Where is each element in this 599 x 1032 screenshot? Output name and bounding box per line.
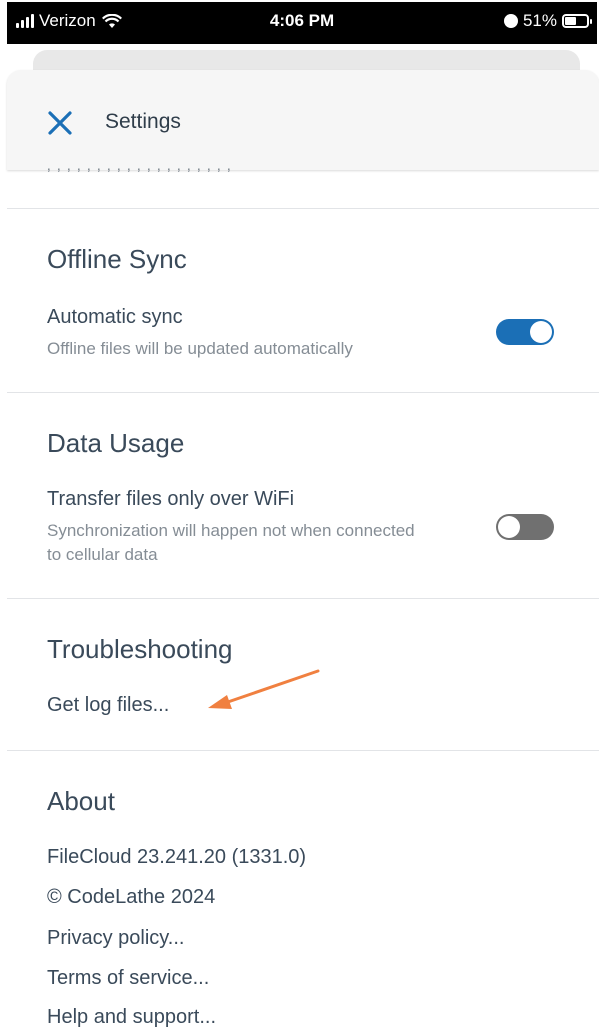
battery-percent: 51% (522, 11, 557, 30)
automatic-sync-toggle[interactable] (496, 319, 554, 345)
wifi-only-description: Synchronization will happen not when con… (47, 521, 415, 564)
help-and-support-link[interactable]: Help and support... (47, 1006, 216, 1029)
toggle-knob (530, 321, 552, 343)
section-title-about: About (47, 786, 115, 816)
close-x-icon[interactable] (45, 108, 75, 138)
toggle-knob (498, 516, 520, 538)
privacy-policy-link[interactable]: Privacy policy... (47, 927, 184, 950)
section-title-troubleshooting: Troubleshooting (47, 634, 233, 664)
status-bar: Verizon 4:06 PM 51% (7, 2, 597, 44)
automatic-sync-label: Automatic sync (47, 306, 183, 328)
divider (7, 750, 599, 751)
annotation-arrow-icon (208, 669, 320, 709)
settings-header: Settings (7, 70, 599, 170)
divider (7, 392, 599, 393)
alarm-icon (503, 14, 518, 28)
scrolled-text-remnant: ‚ ‚ ‚ ‚ ‚ ‚ ‚ ‚ ‚ ‚ ‚ ‚ ‚ ‚ ‚ ‚ ‚ ‚ ‚ (47, 164, 232, 172)
wifi-only-toggle[interactable] (496, 514, 554, 540)
wifi-only-label: Transfer files only over WiFi (47, 488, 295, 510)
divider (7, 208, 599, 209)
status-right: 51% (503, 11, 592, 31)
settings-screen: Verizon 4:06 PM 51% Settings ‚ ‚ ‚ ‚ ‚ ‚… (0, 0, 599, 1032)
get-log-files-link[interactable]: Get log files... (47, 694, 169, 717)
section-title-data-usage: Data Usage (47, 428, 185, 458)
section-title-offline-sync: Offline Sync (47, 244, 187, 274)
app-version: FileCloud 23.241.20 (1331.0) (47, 846, 307, 868)
page-title: Settings (105, 110, 181, 133)
battery-icon (562, 14, 592, 28)
automatic-sync-description: Offline files will be updated automatica… (47, 339, 353, 358)
terms-of-service-link[interactable]: Terms of service... (47, 967, 209, 990)
divider (7, 598, 599, 599)
copyright-text: © CodeLathe 2024 (47, 886, 216, 908)
